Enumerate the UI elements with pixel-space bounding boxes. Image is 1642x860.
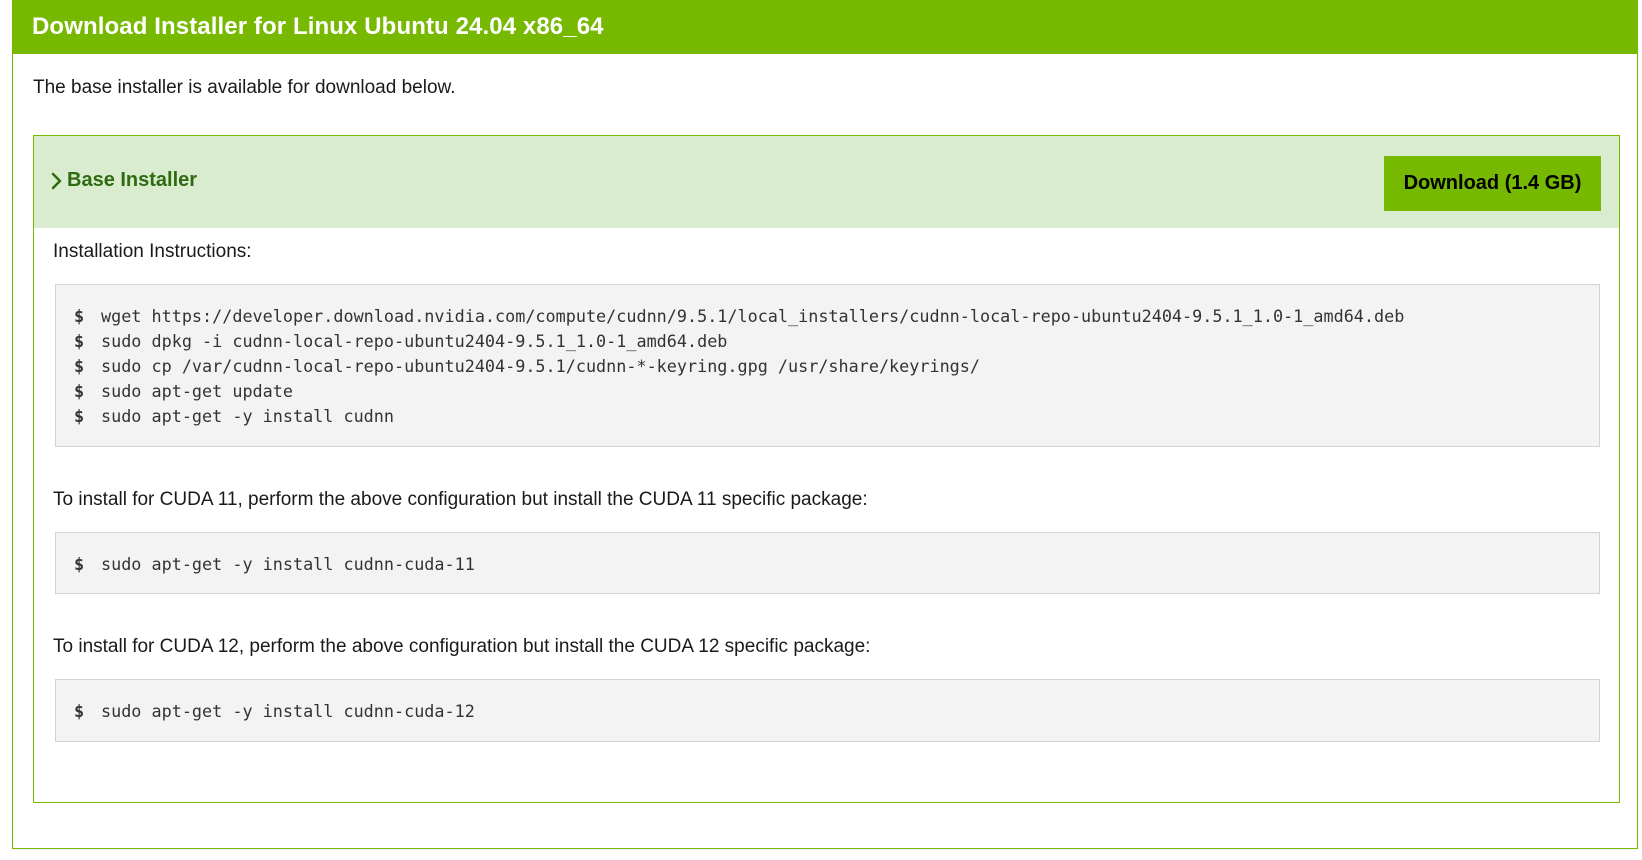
base-installer-header[interactable]: Base Installer Download (1.4 GB) [34,136,1619,228]
cuda11-instructions-label: To install for CUDA 11, perform the abov… [53,489,868,510]
prompt-symbol: $ [74,356,85,376]
command-text[interactable]: sudo apt-get -y install cudnn-cuda-12 [101,701,475,721]
command-line: $ sudo apt-get -y install cudnn-cuda-12 [74,698,475,724]
download-installer-panel: Download Installer for Linux Ubuntu 24.0… [12,0,1638,849]
installation-instructions-label: Installation Instructions: [53,241,252,262]
chevron-right-icon [51,172,62,190]
download-button[interactable]: Download (1.4 GB) [1384,156,1601,211]
command-text[interactable]: sudo dpkg -i cudnn-local-repo-ubuntu2404… [101,331,727,351]
cuda11-command-block[interactable]: $ sudo apt-get -y install cudnn-cuda-11 [55,532,1600,594]
panel-title: Download Installer for Linux Ubuntu 24.0… [32,13,604,40]
base-installer-title[interactable]: Base Installer [67,169,197,192]
command-text[interactable]: sudo apt-get -y install cudnn [101,406,394,426]
prompt-symbol: $ [74,554,85,574]
base-installer-section: Base Installer Download (1.4 GB) Install… [33,135,1620,803]
command-text[interactable]: wget https://developer.download.nvidia.c… [101,306,1404,326]
command-line: $ sudo apt-get -y install cudnn-cuda-11 [74,551,475,577]
command-line: $ wget https://developer.download.nvidia.… [74,303,1404,329]
command-text[interactable]: sudo cp /var/cudnn-local-repo-ubuntu2404… [101,356,980,376]
intro-text: The base installer is available for down… [33,77,456,98]
prompt-symbol: $ [74,306,85,326]
prompt-symbol: $ [74,406,85,426]
prompt-symbol: $ [74,331,85,351]
command-line: $ sudo cp /var/cudnn-local-repo-ubuntu240… [74,353,980,379]
command-text[interactable]: sudo apt-get -y install cudnn-cuda-11 [101,554,475,574]
prompt-symbol: $ [74,701,85,721]
cuda12-command-block[interactable]: $ sudo apt-get -y install cudnn-cuda-12 [55,679,1600,742]
prompt-symbol: $ [74,381,85,401]
command-text[interactable]: sudo apt-get update [101,381,293,401]
panel-header: Download Installer for Linux Ubuntu 24.0… [12,1,1638,54]
cuda12-instructions-label: To install for CUDA 12, perform the abov… [53,636,871,657]
install-commands-block[interactable]: $ wget https://developer.download.nvidia.… [55,284,1600,447]
command-line: $ sudo apt-get -y install cudnn [74,403,394,429]
command-line: $ sudo dpkg -i cudnn-local-repo-ubuntu240… [74,328,727,354]
command-line: $ sudo apt-get update [74,378,293,404]
